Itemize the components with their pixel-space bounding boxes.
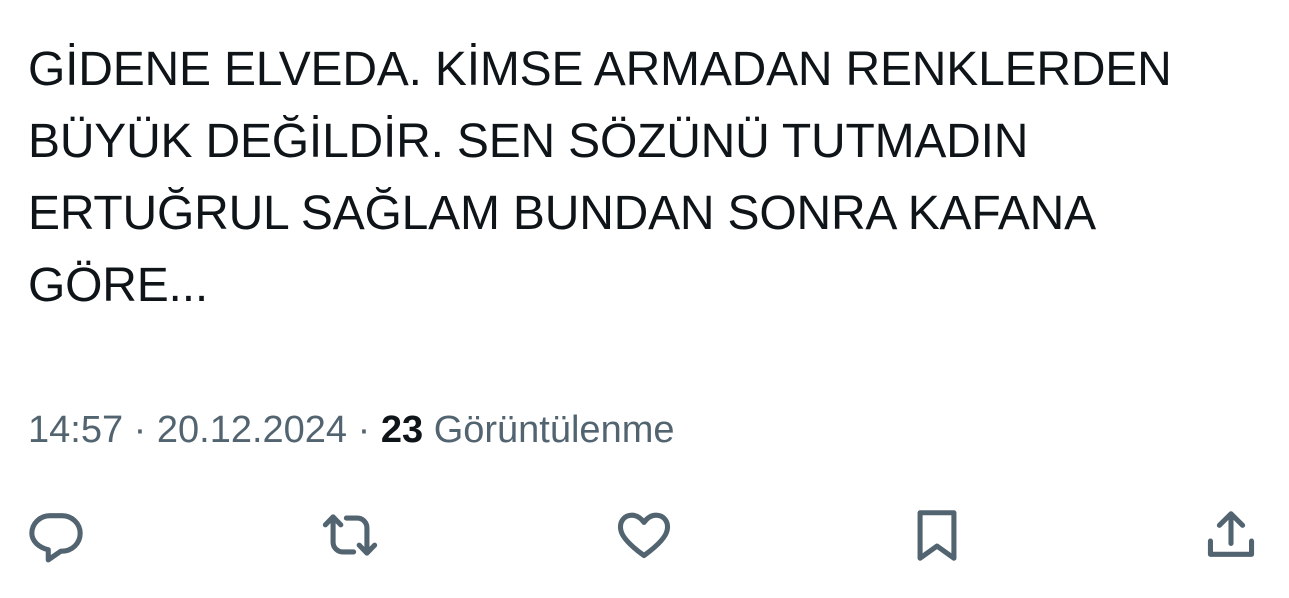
share-button[interactable] [1196,500,1266,570]
views-label: Görüntülenme [433,409,675,451]
heart-icon [617,512,671,559]
reply-button[interactable] [21,500,91,570]
bookmark-icon [917,510,957,561]
tweet-time[interactable]: 14:57 [28,409,123,451]
meta-separator: · [123,409,157,451]
retweet-icon [322,514,378,556]
retweet-button[interactable] [315,500,385,570]
action-bar [0,500,1289,570]
share-icon [1207,511,1255,557]
reply-icon [29,513,83,563]
like-button[interactable] [609,500,679,570]
tweet-date[interactable]: 20.12.2024 [157,409,347,451]
tweet-text: GİDENE ELVEDA. KİMSE ARMADAN RENKLERDEN … [28,43,1172,312]
bookmark-button[interactable] [902,500,972,570]
meta-separator: · [347,409,381,451]
views-count: 23 [380,409,424,451]
tweet-meta: 14:57 · 20.12.2024 · 23 Görüntülenme [28,404,675,456]
